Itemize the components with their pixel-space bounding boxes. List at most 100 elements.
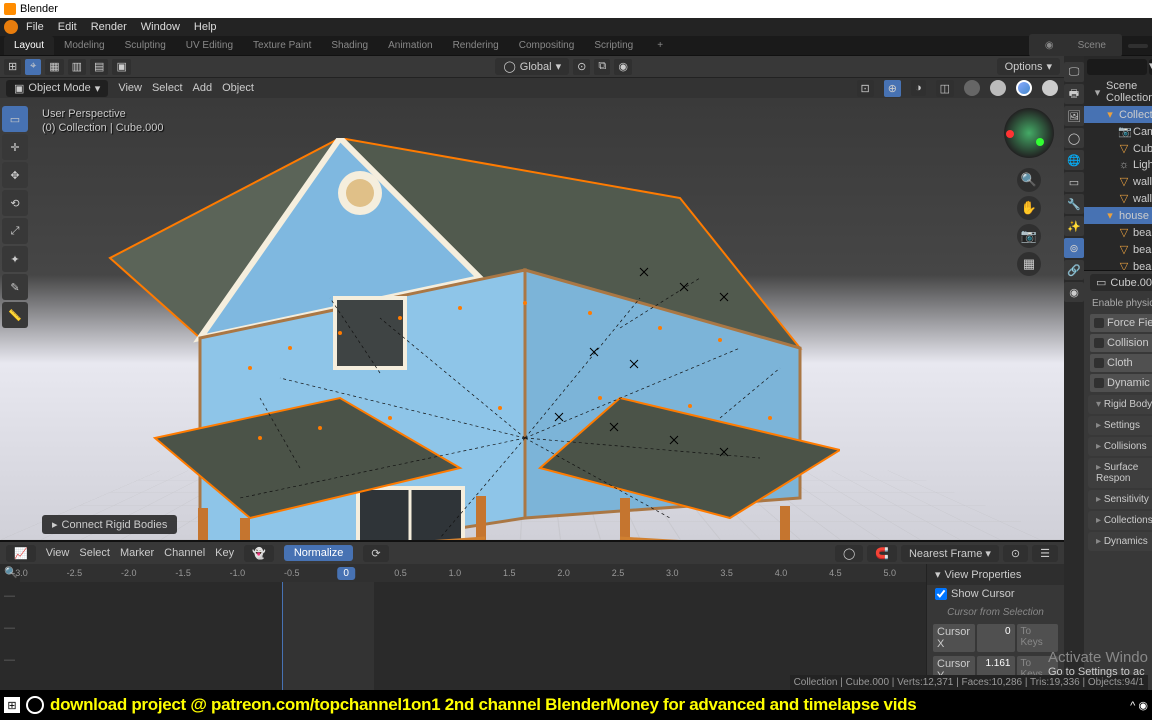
outliner-item[interactable]: ▽beam.001 [1084,224,1152,241]
timeline-key[interactable]: Key [215,547,234,559]
tab-constraint-icon[interactable]: 🔗 [1064,260,1084,280]
force-field-button[interactable]: Force Field [1090,314,1152,332]
proportional-edit-icon[interactable]: ◉ [614,59,632,75]
nav-gizmo[interactable] [1004,108,1054,158]
tab-particle-icon[interactable]: ✨ [1064,216,1084,236]
outliner-item[interactable]: ▽wall.024 [1084,173,1152,190]
tab-material-icon[interactable]: ◉ [1064,282,1084,302]
dynamic-paint-button[interactable]: Dynamic Pa [1090,374,1152,392]
object-name-box[interactable]: ▭ Cube.000 [1090,274,1152,291]
tab-sculpting[interactable]: Sculpting [115,36,176,55]
snap-icon[interactable]: 🧲 [867,545,897,562]
perspective-gizmo-icon[interactable]: ▦ [1017,252,1041,276]
menu-view[interactable]: View [118,82,142,94]
options-dropdown[interactable]: Options ▾ [997,58,1060,75]
snap-btn-2[interactable]: ▥ [68,59,86,75]
timeline-select[interactable]: Select [79,547,110,559]
menu-edit[interactable]: Edit [52,19,83,35]
menu-object[interactable]: Object [222,82,254,94]
overlay-toggle[interactable]: ◑ [911,80,926,96]
show-cursor-checkbox[interactable] [935,588,947,600]
outliner-item[interactable]: 📷Camera [1084,123,1152,140]
view-layer-selector[interactable] [1128,44,1148,48]
windows-start-icon[interactable]: ⊞ [4,697,20,713]
tab-scene-icon[interactable]: ◯ [1064,128,1084,148]
settings-section[interactable]: Settings [1088,416,1152,435]
playhead[interactable] [282,582,283,690]
tab-modifier-icon[interactable]: 🔧 [1064,194,1084,214]
scene-selector[interactable]: ◉ Scene [1029,34,1122,57]
outliner-item[interactable]: ▾Collection [1084,106,1152,123]
frame-ruler[interactable]: -3.0 -2.5 -2.0 -1.5 -1.0 -0.5 0 0.5 1.0 … [20,564,926,582]
camera-gizmo-icon[interactable]: 📷 [1017,224,1041,248]
auto-normalize-icon[interactable]: ⟳ [363,545,388,562]
tab-layout[interactable]: Layout [4,36,54,55]
cortana-icon[interactable] [26,696,44,714]
shading-wireframe[interactable] [964,80,980,96]
menu-add[interactable]: Add [193,82,213,94]
tab-texture-paint[interactable]: Texture Paint [243,36,321,55]
tab-object-icon[interactable]: ▭ [1064,172,1084,192]
select-tool[interactable]: ▭ [2,106,28,132]
tab-add-button[interactable]: + [647,36,673,55]
timeline-marker[interactable]: Marker [120,547,154,559]
outliner-item[interactable]: ▽beam.003 [1084,258,1152,271]
ghost-icon[interactable]: 👻 [244,545,274,562]
nearest-frame-dropdown[interactable]: Nearest Frame ▾ [901,545,999,562]
collisions-section[interactable]: Collisions [1088,437,1152,456]
sensitivity-section[interactable]: Sensitivity [1088,490,1152,509]
tab-physics-icon[interactable]: ⊚ [1064,238,1084,258]
transform-tool[interactable]: ✦ [2,246,28,272]
snap-btn-1[interactable]: ▦ [45,59,63,75]
cloth-button[interactable]: Cloth [1090,354,1152,372]
outliner-item[interactable]: ▽Cube [1084,140,1152,157]
outliner-item[interactable]: ▽beam.002 [1084,241,1152,258]
tab-scripting[interactable]: Scripting [584,36,643,55]
3d-viewport[interactable]: User Perspective (0) Collection | Cube.0… [0,98,1064,540]
measure-tool[interactable]: 📏 [2,302,28,328]
mode-dropdown[interactable]: ▣ Object Mode ▾ [6,80,108,97]
pivot-icon[interactable]: ⊙ [573,59,590,75]
pan-gizmo-icon[interactable]: ✋ [1017,196,1041,220]
snap-btn-3[interactable]: ▤ [90,59,108,75]
outliner-root[interactable]: ▾Scene Collection [1084,78,1152,106]
last-operation-panel[interactable]: ▸ Connect Rigid Bodies [42,515,177,534]
tab-uv-editing[interactable]: UV Editing [176,36,243,55]
taskbar-tray[interactable]: ^ ◉ [1130,699,1148,712]
selectability-icon[interactable]: ⊡ [857,80,874,97]
to-keys-x[interactable]: To Keys [1017,624,1059,652]
xray-toggle[interactable]: ◫ [936,80,954,97]
snap-toggle[interactable]: ⧉ [594,59,610,75]
tab-compositing[interactable]: Compositing [509,36,585,55]
editor-type-icon[interactable]: 📈 [6,545,36,562]
shading-solid[interactable] [990,80,1006,96]
menu-file[interactable]: File [20,19,50,35]
move-tool[interactable]: ✥ [2,162,28,188]
gizmo-toggle[interactable]: ⊕ [884,80,901,97]
collision-button[interactable]: Collision [1090,334,1152,352]
cursor-tool[interactable]: ✛ [2,134,28,160]
shading-rendered[interactable] [1042,80,1058,96]
rotate-tool[interactable]: ⟲ [2,190,28,216]
editor-type-icon[interactable]: ⊞ [4,59,21,75]
tab-world-icon[interactable]: 🌐 [1064,150,1084,170]
collections-section[interactable]: Collections [1088,511,1152,530]
timeline-tracks[interactable]: — — — [0,582,926,690]
editor-type-icon[interactable] [1087,59,1147,75]
outliner-item[interactable]: ▽wall.025 [1084,190,1152,207]
timeline-channel[interactable]: Channel [164,547,205,559]
menu-help[interactable]: Help [188,19,223,35]
scale-tool[interactable]: ⤢ [2,218,28,244]
rigid-body-section[interactable]: Rigid Body [1088,395,1152,414]
normalize-button[interactable]: Normalize [284,545,354,561]
tab-render-icon[interactable]: 🖵 [1064,62,1084,82]
annotate-tool[interactable]: ✎ [2,274,28,300]
tab-shading[interactable]: Shading [321,36,378,55]
zoom-gizmo-icon[interactable]: 🔍 [1017,168,1041,192]
outliner-item[interactable]: ▾house [1084,207,1152,224]
tab-viewlayer-icon[interactable]: 🖼 [1064,106,1084,126]
tab-animation[interactable]: Animation [378,36,442,55]
pivot-timeline-icon[interactable]: ⊙ [1003,545,1028,562]
cursor-tool-icon[interactable]: ⌖ [25,59,41,75]
orientation-dropdown[interactable]: ◯ Global ▾ [495,58,569,75]
